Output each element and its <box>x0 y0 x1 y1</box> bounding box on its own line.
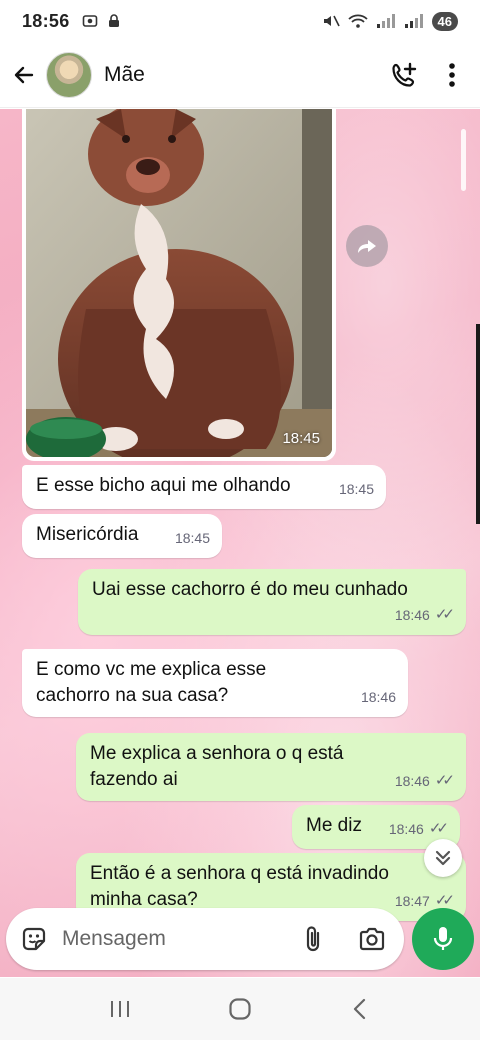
dog-image-icon <box>26 109 332 457</box>
wifi-icon <box>347 14 368 28</box>
message-time: 18:46 ✓✓ <box>388 816 449 842</box>
header-actions <box>390 61 470 89</box>
chat-area[interactable]: 18:45 E esse bicho aqui me olhando 18:45… <box>0 109 480 977</box>
status-time: 18:56 <box>22 10 70 31</box>
status-right-icons: 46 <box>322 11 458 31</box>
scrollbar-track <box>476 324 480 524</box>
image-message[interactable]: 18:45 <box>22 109 336 461</box>
message-text: Me explica a senhora o q está fazendo ai <box>90 743 344 790</box>
chat-header: Mãe <box>0 42 480 108</box>
dog-photo[interactable]: 18:45 <box>26 109 332 457</box>
time-label: 18:46 <box>360 689 396 705</box>
forward-button[interactable] <box>346 225 388 267</box>
back-arrow-icon <box>14 66 34 83</box>
recent-apps-button[interactable] <box>95 989 145 1029</box>
message-input[interactable] <box>62 927 272 951</box>
message-time: 18:45 <box>175 525 210 551</box>
time-label: 18:45 <box>174 530 210 546</box>
double-chevron-down-icon <box>435 850 451 866</box>
battery-badge: 46 <box>431 11 458 31</box>
time-label: 18:45 <box>338 481 374 497</box>
message-time: 18:46 ✓✓ <box>394 768 455 794</box>
add-call-icon[interactable] <box>390 61 418 89</box>
message-text: Então é a senhora q está invadindo minha… <box>90 863 389 910</box>
message-bubble-outgoing[interactable]: Me explica a senhora o q está fazendo ai… <box>76 733 466 801</box>
contact-name[interactable]: Mãe <box>104 63 145 87</box>
sticker-icon[interactable] <box>20 925 48 953</box>
message-composer <box>6 908 404 970</box>
message-text: E como vc me explica esse cachorro na su… <box>36 659 267 706</box>
back-nav-button[interactable] <box>335 989 385 1029</box>
composer-actions <box>302 925 390 953</box>
message-text: Me diz <box>306 815 362 836</box>
time-label: 18:46 <box>394 773 430 789</box>
message-text: Uai esse cachorro é do meu cunhado <box>92 579 408 600</box>
signal-icon-2 <box>404 14 423 28</box>
more-vert-icon[interactable] <box>448 62 456 88</box>
read-ticks-icon: ✓✓ <box>434 772 455 789</box>
message-time: 18:46 ✓✓ <box>394 602 455 628</box>
mute-icon <box>323 15 340 27</box>
message-bubble-incoming[interactable]: E como vc me explica esse cachorro na su… <box>22 649 408 717</box>
message-bubble-outgoing[interactable]: Uai esse cachorro é do meu cunhado 18:46… <box>78 569 466 635</box>
lock-rotation-icon <box>108 14 119 27</box>
system-nav-bar <box>0 978 480 1040</box>
attach-icon[interactable] <box>302 925 324 953</box>
voice-message-button[interactable] <box>412 908 474 970</box>
signal-icon <box>376 14 395 28</box>
home-icon <box>229 998 251 1020</box>
message-text: Misericórdia <box>36 524 139 545</box>
time-label: 18:46 <box>388 821 424 837</box>
back-button[interactable] <box>10 61 38 89</box>
image-timestamp: 18:45 <box>282 430 320 447</box>
recent-apps-icon <box>111 1001 129 1017</box>
avatar[interactable] <box>46 51 92 98</box>
screenshot-icon <box>82 15 97 27</box>
message-text: E esse bicho aqui me olhando <box>36 475 291 496</box>
scroll-to-bottom-button[interactable] <box>424 839 462 877</box>
status-notification-icons <box>82 13 122 29</box>
message-time: 18:46 <box>361 684 396 710</box>
time-label: 18:47 <box>394 893 430 909</box>
home-button[interactable] <box>215 989 265 1029</box>
time-label: 18:46 <box>394 607 430 623</box>
back-chevron-icon <box>353 998 366 1020</box>
message-bubble-incoming[interactable]: E esse bicho aqui me olhando 18:45 <box>22 465 386 509</box>
read-ticks-icon: ✓✓ <box>434 606 455 623</box>
status-bar: 18:56 46 <box>0 0 480 42</box>
scrollbar-thumb[interactable] <box>461 129 466 191</box>
mic-icon <box>433 927 453 950</box>
forward-icon <box>358 240 376 253</box>
message-bubble-incoming[interactable]: Misericórdia 18:45 <box>22 514 222 558</box>
camera-icon[interactable] <box>358 926 386 952</box>
message-time: 18:45 <box>339 476 374 502</box>
